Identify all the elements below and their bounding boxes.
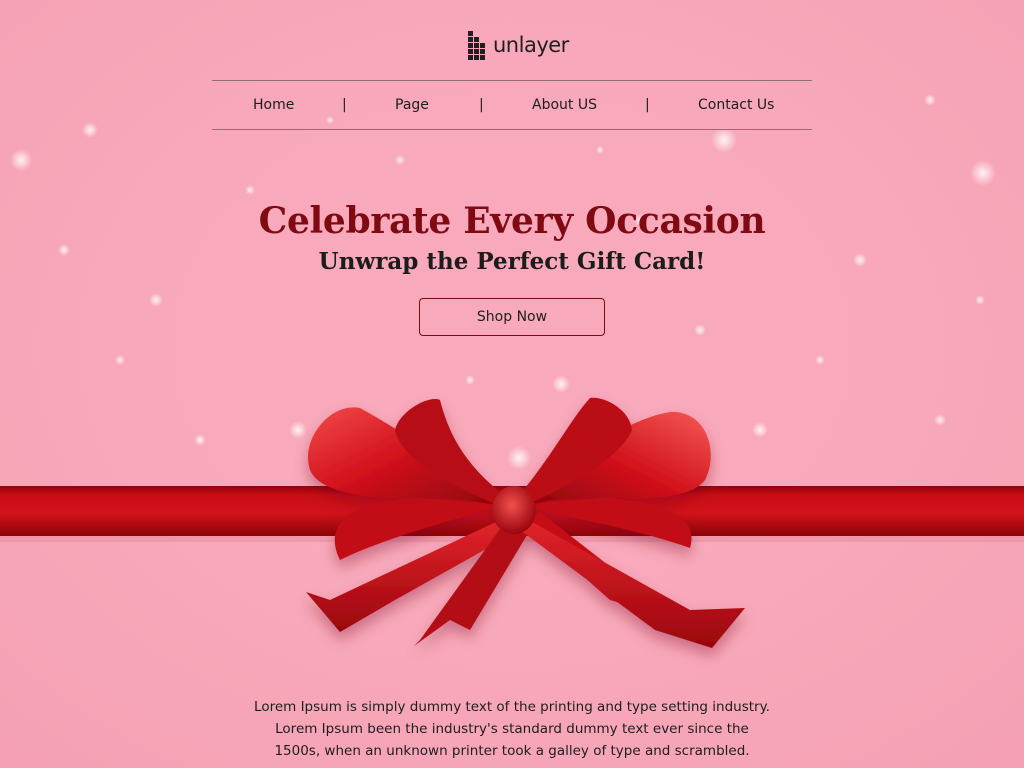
- unlayer-logo[interactable]: unlayer: [468, 31, 569, 61]
- unlayer-logo-icon: [468, 31, 485, 60]
- body-line: Lorem Ipsum is simply dummy text of the …: [254, 699, 770, 715]
- nav-item-about-us[interactable]: About US: [532, 96, 597, 114]
- logo-text: unlayer: [493, 32, 569, 57]
- nav-item-home[interactable]: Home: [253, 96, 294, 114]
- hero-title: Celebrate Every Occasion: [258, 200, 766, 242]
- nav-separator: |: [342, 97, 347, 113]
- main-navigation: Home | Page | About US | Contact Us: [212, 80, 812, 130]
- hero-subtitle: Unwrap the Perfect Gift Card!: [318, 248, 706, 275]
- shop-now-button[interactable]: Shop Now: [419, 298, 605, 336]
- body-paragraph: Lorem Ipsum is simply dummy text of the …: [252, 696, 772, 762]
- red-ribbon-bow-image: [0, 397, 1024, 648]
- body-line: Lorem Ipsum been the industry's standard…: [275, 721, 749, 737]
- body-line: 1500s, when an unknown printer took a ga…: [274, 743, 750, 759]
- nav-item-contact-us[interactable]: Contact Us: [698, 96, 774, 114]
- nav-item-page[interactable]: Page: [395, 96, 429, 114]
- nav-separator: |: [645, 97, 650, 113]
- nav-separator: |: [479, 97, 484, 113]
